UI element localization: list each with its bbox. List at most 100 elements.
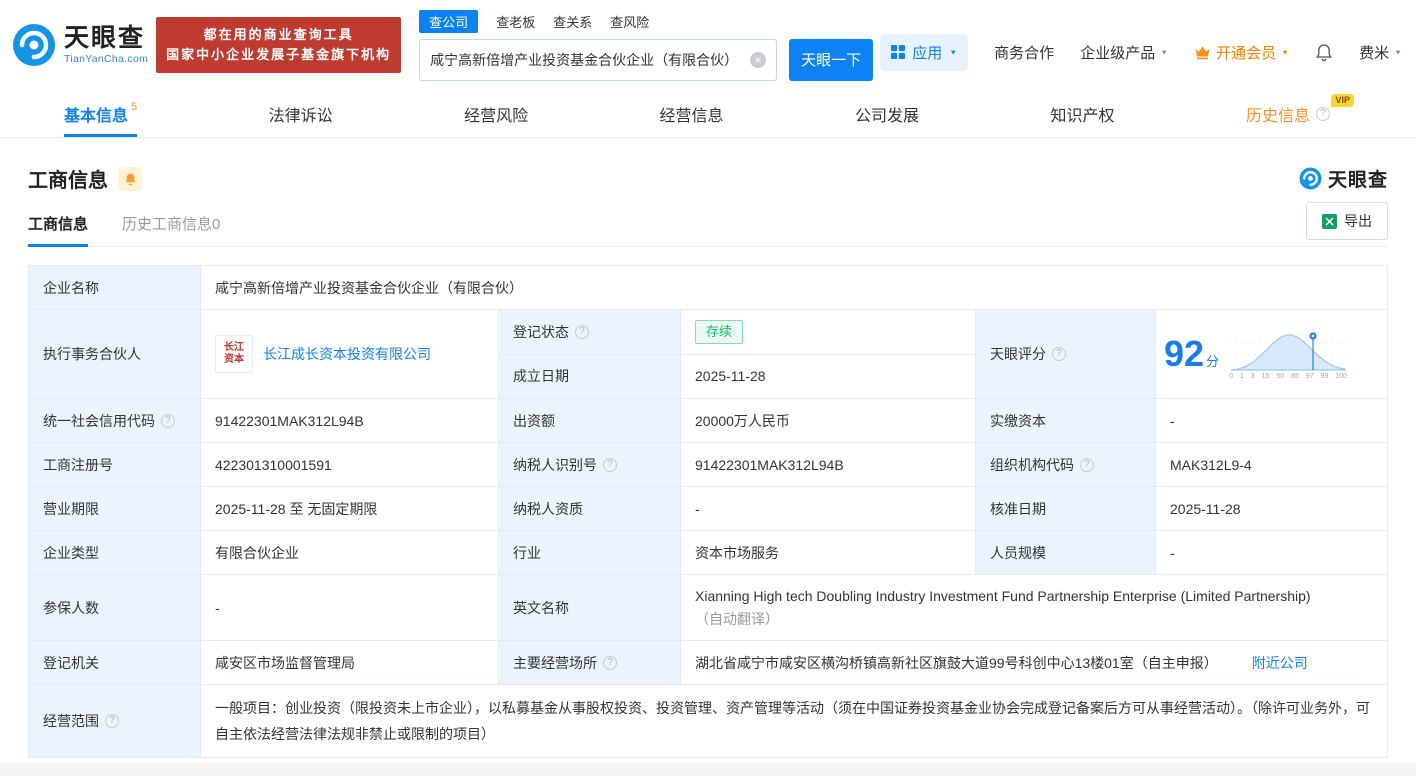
section-header: 工商信息 天眼查 bbox=[28, 164, 1388, 193]
table-row: 参保人数 - 英文名称 Xianning High tech Doubling … bbox=[29, 575, 1388, 641]
table-row: 营业期限 2025-11-28 至 无固定期限 纳税人资质 - 核准日期 202… bbox=[29, 487, 1388, 531]
partner-logo: 长江资本 bbox=[215, 335, 253, 373]
taxpayer-id-value: 91422301MAK312L94B bbox=[681, 443, 976, 487]
registration-number-value: 422301310001591 bbox=[201, 443, 499, 487]
company-nav-tabs: 基本信息 5 法律诉讼 经营风险 经营信息 公司发展 知识产权 历史信息 VIP… bbox=[0, 90, 1416, 138]
business-cooperation-label: 商务合作 bbox=[994, 44, 1055, 62]
establish-date-label: 成立日期 bbox=[499, 354, 681, 399]
help-icon[interactable]: ? bbox=[575, 324, 589, 339]
subtab-bar: 工商信息 历史工商信息0 导出 bbox=[28, 201, 1388, 247]
apps-label: 应用 bbox=[912, 44, 943, 62]
score-axis: 013 15 50 85 97 99 100 bbox=[1229, 373, 1347, 380]
company-type-label: 企业类型 bbox=[29, 531, 201, 575]
registration-authority-value: 咸安区市场监督管理局 bbox=[201, 641, 499, 685]
tianyan-score-label: 天眼评分 ? bbox=[976, 310, 1156, 399]
business-scope-label: 经营范围 ? bbox=[29, 685, 201, 758]
export-button[interactable]: 导出 bbox=[1306, 202, 1388, 240]
status-badge: 存续 bbox=[695, 319, 744, 344]
business-scope-value: 一般项目：创业投资（限投资未上市企业），以私募基金从事股权投资、投资管理、资产管… bbox=[201, 685, 1388, 758]
chevron-down-icon: ▼ bbox=[949, 48, 958, 56]
search-tab-risk[interactable]: 查风险 bbox=[610, 10, 649, 33]
credit-code-label: 统一社会信用代码 ? bbox=[29, 399, 201, 443]
industry-value: 资本市场服务 bbox=[681, 531, 976, 575]
promo-banner: 都在用的商业查询工具 国家中小企业发展子基金旗下机构 bbox=[156, 17, 402, 73]
tab-company-development[interactable]: 公司发展 bbox=[855, 90, 919, 137]
user-menu[interactable]: 费米 ▼ bbox=[1359, 42, 1402, 63]
tab-basic-info-count: 5 bbox=[131, 100, 138, 113]
search-button[interactable]: 天眼一下 bbox=[789, 38, 874, 81]
help-icon[interactable]: ? bbox=[603, 457, 617, 472]
paid-capital-label: 实缴资本 bbox=[976, 399, 1156, 443]
capital-value: 20000万人民币 bbox=[681, 399, 976, 443]
score-number: 92 分 bbox=[1164, 333, 1220, 374]
tab-intellectual-property[interactable]: 知识产权 bbox=[1050, 90, 1114, 137]
capital-label: 出资额 bbox=[499, 399, 681, 443]
search-area: 查公司 查老板 查关系 查风险 × 天眼一下 bbox=[419, 9, 874, 81]
search-tab-company[interactable]: 查公司 bbox=[419, 9, 479, 33]
notifications-bell[interactable] bbox=[1315, 43, 1333, 62]
tianyancha-logo[interactable]: 天眼查 TianYanCha.com bbox=[12, 23, 148, 67]
nearby-companies-link[interactable]: 附近公司 bbox=[1252, 653, 1308, 673]
org-code-value: MAK312L9-4 bbox=[1156, 443, 1388, 487]
excel-icon bbox=[1322, 213, 1337, 229]
table-row: 统一社会信用代码 ? 91422301MAK312L94B 出资额 20000万… bbox=[29, 399, 1388, 443]
business-place-value: 湖北省咸宁市咸安区横沟桥镇高新社区旗鼓大道99号科创中心13楼01室（自主申报）… bbox=[681, 641, 1388, 685]
tab-basic-info[interactable]: 基本信息 5 bbox=[64, 90, 137, 137]
search-tab-relation[interactable]: 查关系 bbox=[553, 10, 592, 33]
apps-menu[interactable]: 应用 ▼ bbox=[880, 33, 969, 71]
help-icon[interactable]: ? bbox=[1052, 347, 1066, 361]
main-content: 工商信息 天眼查 工商信息 历史工商信息0 导出 企业名称 咸宁高新倍增产业投资… bbox=[0, 164, 1416, 758]
enterprise-products-menu[interactable]: 企业级产品 ▼ bbox=[1080, 42, 1168, 63]
insured-count-label: 参保人数 bbox=[29, 575, 201, 641]
table-row: 企业名称 咸宁高新倍增产业投资基金合伙企业（有限合伙） bbox=[29, 266, 1388, 310]
partner-company-link[interactable]: 长江成长资本投资有限公司 bbox=[263, 344, 431, 364]
vip-upgrade-link[interactable]: 开通会员 ▼ bbox=[1194, 42, 1289, 63]
registration-number-label: 工商注册号 bbox=[29, 443, 201, 487]
score-curve-chart: 013 15 50 85 97 99 100 bbox=[1229, 328, 1348, 380]
search-tabs: 查公司 查老板 查关系 查风险 bbox=[419, 9, 873, 33]
tab-history-info[interactable]: 历史信息 VIP ? bbox=[1246, 90, 1354, 137]
staff-size-value: - bbox=[1156, 531, 1388, 575]
taxpayer-id-label: 纳税人识别号 ? bbox=[499, 443, 681, 487]
tianyan-score-value: 92 分 013 15 50 85 97 99 100 bbox=[1156, 310, 1388, 399]
taxpayer-quality-value: - bbox=[681, 487, 976, 531]
help-icon[interactable]: ? bbox=[105, 714, 119, 728]
table-row: 工商注册号 422301310001591 纳税人识别号 ? 91422301M… bbox=[29, 443, 1388, 487]
apps-grid-icon bbox=[891, 45, 906, 59]
industry-label: 行业 bbox=[499, 531, 681, 575]
help-icon[interactable]: ? bbox=[1315, 106, 1330, 121]
status-date-column: 登记状态 ? 存续 成立日期 2025-11-28 bbox=[499, 310, 976, 399]
promo-banner-line2: 国家中小企业发展子基金旗下机构 bbox=[166, 47, 392, 62]
search-input[interactable] bbox=[430, 51, 751, 68]
business-cooperation-link[interactable]: 商务合作 bbox=[994, 42, 1054, 63]
logo-name: 天眼查 bbox=[64, 24, 146, 53]
tab-operation-info[interactable]: 经营信息 bbox=[660, 90, 724, 137]
promo-banner-line1: 都在用的商业查询工具 bbox=[203, 27, 354, 42]
enterprise-products-label: 企业级产品 bbox=[1080, 44, 1156, 62]
business-place-label: 主要经营场所 ? bbox=[499, 641, 681, 685]
search-tab-boss[interactable]: 查老板 bbox=[496, 10, 535, 33]
subtab-history-business-info[interactable]: 历史工商信息0 bbox=[122, 201, 220, 246]
chevron-down-icon: ▼ bbox=[1394, 48, 1402, 56]
business-term-label: 营业期限 bbox=[29, 487, 201, 531]
help-icon[interactable]: ? bbox=[161, 413, 175, 428]
registration-authority-label: 登记机关 bbox=[29, 641, 201, 685]
search-box: × bbox=[419, 38, 778, 81]
insured-count-value: - bbox=[201, 575, 499, 641]
help-icon[interactable]: ? bbox=[603, 655, 617, 670]
bell-icon bbox=[1316, 43, 1333, 61]
tab-legal-proceedings[interactable]: 法律诉讼 bbox=[269, 90, 333, 137]
credit-code-value: 91422301MAK312L94B bbox=[201, 399, 499, 443]
paid-capital-value: - bbox=[1156, 399, 1388, 443]
business-term-value: 2025-11-28 至 无固定期限 bbox=[201, 487, 499, 531]
clear-search-icon[interactable]: × bbox=[750, 51, 767, 68]
subscribe-bell-icon[interactable] bbox=[118, 166, 142, 191]
tab-operation-risk[interactable]: 经营风险 bbox=[464, 90, 528, 137]
help-icon[interactable]: ? bbox=[1080, 457, 1094, 472]
executive-partner-value: 长江资本 长江成长资本投资有限公司 bbox=[201, 310, 499, 399]
business-info-table: 企业名称 咸宁高新倍增产业投资基金合伙企业（有限合伙） 执行事务合伙人 长江资本… bbox=[28, 265, 1388, 758]
subtab-business-info[interactable]: 工商信息 bbox=[28, 201, 89, 247]
vip-badge: VIP bbox=[1331, 94, 1354, 108]
tianyancha-watermark-text: 天眼查 bbox=[1327, 170, 1388, 191]
top-header: 天眼查 TianYanCha.com 都在用的商业查询工具 国家中小企业发展子基… bbox=[0, 0, 1416, 90]
